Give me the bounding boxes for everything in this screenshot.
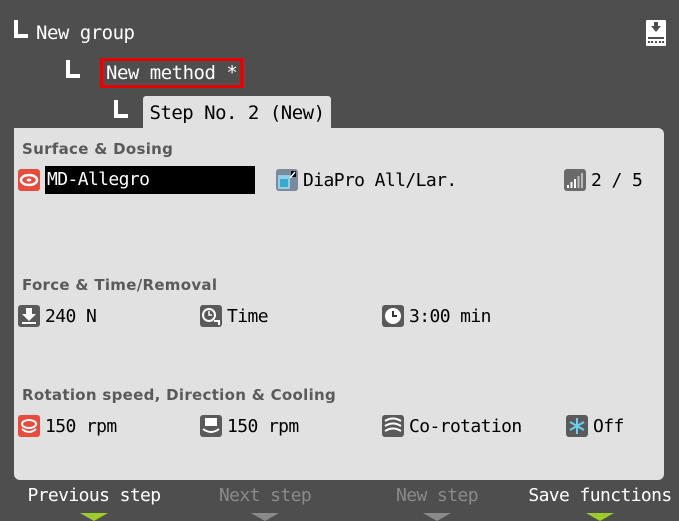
time-mode-icon: [200, 305, 222, 327]
force-selector[interactable]: 240 N: [18, 303, 97, 329]
suspension-bottle-icon: [276, 169, 298, 191]
tree-connector: [114, 100, 128, 118]
next-step-button[interactable]: Next step: [190, 480, 340, 521]
arrow-down-icon: [651, 22, 661, 32]
direction-value: Co-rotation: [409, 415, 522, 437]
snowflake-icon: [566, 415, 588, 437]
new-step-label: New step: [396, 485, 479, 506]
softkey-bar: Previous step Next step New step Save fu…: [0, 480, 679, 521]
save-functions-label: Save functions: [528, 485, 672, 506]
section-title-surface-dosing: Surface & Dosing: [22, 140, 174, 158]
softkey-indicator: [251, 513, 279, 521]
disc-rotation-icon: [18, 415, 40, 437]
save-icon-bar: [648, 37, 664, 39]
dosing-value: DiaPro All/Lar.: [303, 169, 457, 191]
section-title-rotation: Rotation speed, Direction & Cooling: [22, 386, 337, 404]
dosing-selector[interactable]: DiaPro All/Lar.: [276, 167, 457, 193]
head-speed-value: 150 rpm: [227, 415, 299, 437]
save-download-icon[interactable]: [646, 20, 666, 46]
rotation-direction-icon: [382, 415, 404, 437]
clock-icon: [382, 305, 404, 327]
tab-step[interactable]: Step No. 2 (New): [143, 96, 331, 128]
force-value: 240 N: [45, 305, 97, 327]
direction-selector[interactable]: Co-rotation: [382, 413, 522, 439]
signal-level-icon: [564, 169, 586, 191]
removal-mode-value: Time: [227, 305, 269, 327]
cooling-value: Off: [593, 415, 624, 437]
time-value: 3:00 min: [409, 305, 492, 327]
cooling-selector[interactable]: Off: [566, 413, 624, 439]
next-step-label: Next step: [218, 485, 312, 506]
previous-step-button[interactable]: Previous step: [14, 480, 174, 521]
dosing-level-value: 2 / 5: [591, 169, 643, 191]
tree-connector: [66, 60, 80, 78]
surface-selector[interactable]: MD-Allegro: [18, 166, 255, 194]
removal-mode-selector[interactable]: Time: [200, 303, 269, 329]
save-icon-dots: [648, 41, 664, 43]
previous-step-label: Previous step: [27, 485, 161, 506]
softkey-indicator: [80, 513, 108, 521]
holder-rotation-icon: [200, 415, 222, 437]
disc-speed-value: 150 rpm: [45, 415, 117, 437]
dosing-level-selector[interactable]: 2 / 5: [564, 167, 643, 193]
save-functions-button[interactable]: Save functions: [524, 480, 676, 521]
disc-speed-selector[interactable]: 150 rpm: [18, 413, 117, 439]
head-speed-selector[interactable]: 150 rpm: [200, 413, 299, 439]
time-selector[interactable]: 3:00 min: [382, 303, 492, 329]
force-download-icon: [18, 305, 40, 327]
tree-group-label[interactable]: New group: [36, 22, 135, 44]
section-title-force-time: Force & Time/Removal: [22, 276, 218, 294]
tree-method-label[interactable]: New method *: [100, 58, 244, 88]
softkey-indicator: [586, 513, 614, 521]
softkey-indicator: [423, 513, 451, 521]
surface-value: MD-Allegro: [45, 166, 255, 194]
tree-connector: [14, 20, 28, 38]
polishing-disc-icon: [18, 169, 40, 191]
method-editor-screen: New group New method * Step No. 2 (New) …: [0, 0, 679, 521]
new-step-button[interactable]: New step: [362, 480, 512, 521]
step-settings-panel: Surface & Dosing MD-Allegro DiaPro All/L…: [14, 128, 664, 480]
